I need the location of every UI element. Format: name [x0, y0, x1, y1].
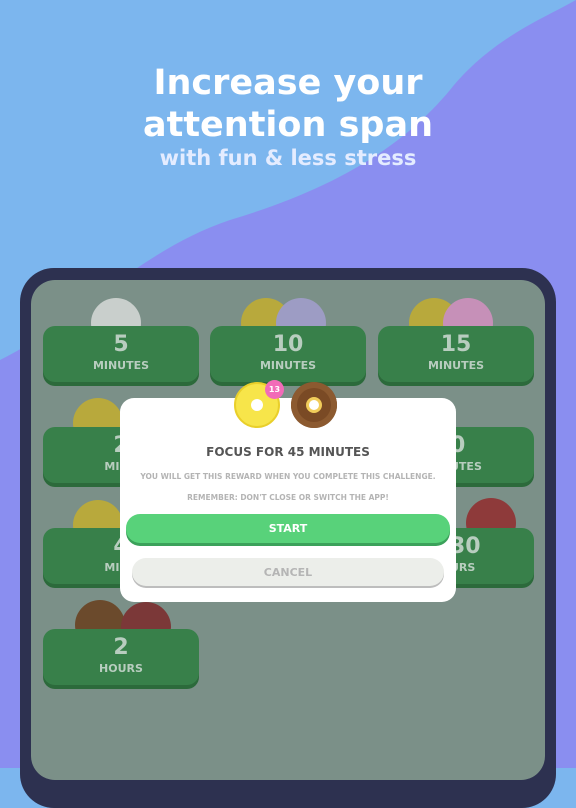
- dialog-warning: REMEMBER: DON'T CLOSE OR SWITCH THE APP!: [187, 493, 389, 502]
- dialog-title: FOCUS FOR 45 MINUTES: [206, 445, 370, 459]
- start-button[interactable]: START: [126, 514, 450, 543]
- tile-10-minutes[interactable]: 10 MINUTES: [210, 326, 366, 382]
- tile-2-hours[interactable]: 2 HOURS: [43, 629, 199, 685]
- headline: Increase your attention span: [142, 63, 434, 145]
- chocolate-donut-icon: [291, 382, 337, 428]
- coin-count-badge: 13: [265, 380, 284, 399]
- dialog-message: YOU WILL GET THIS REWARD WHEN YOU COMPLE…: [140, 472, 436, 481]
- cancel-button[interactable]: CANCEL: [132, 558, 444, 586]
- challenge-dialog: FOCUS FOR 45 MINUTES YOU WILL GET THIS R…: [120, 398, 456, 602]
- tile-5-minutes[interactable]: 5 MINUTES: [43, 326, 199, 382]
- subheadline: with fun & less stress: [159, 146, 417, 170]
- tile-15-minutes[interactable]: 15 MINUTES: [378, 326, 534, 382]
